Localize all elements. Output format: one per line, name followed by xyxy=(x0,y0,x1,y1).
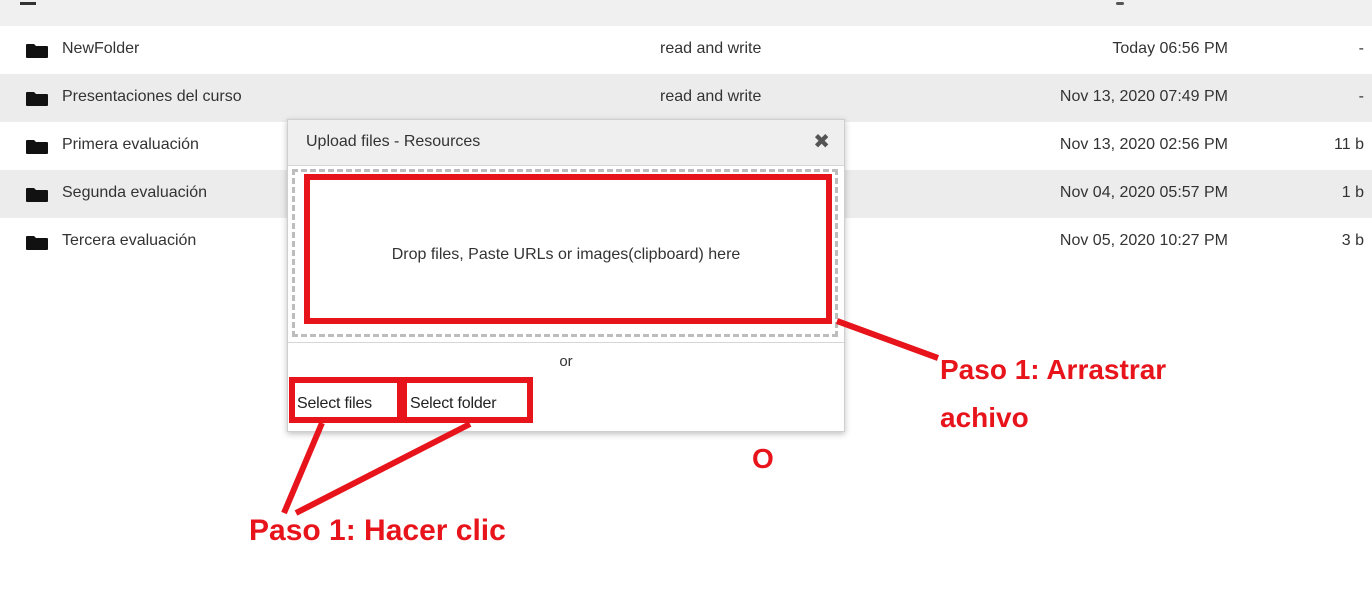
drag-annotation-line-1: Paso 1: Arrastrar xyxy=(940,354,1167,385)
file-name[interactable]: Segunda evaluación xyxy=(62,184,207,202)
file-size: 1 b xyxy=(1341,184,1364,201)
click-annotation-label: Paso 1: Hacer clic xyxy=(249,514,506,547)
folder-icon xyxy=(26,140,48,154)
drop-zone-text: Drop files, Paste URLs or images(clipboa… xyxy=(391,246,741,263)
upload-dialog: Upload files - Resources ✖ Drop files, P… xyxy=(287,119,845,432)
file-date: Nov 05, 2020 10:27 PM xyxy=(1059,232,1228,249)
folder-icon xyxy=(26,188,48,202)
close-icon[interactable]: ✖ xyxy=(813,132,830,152)
select-files-button[interactable]: Select files xyxy=(297,395,372,413)
file-permission: read and write xyxy=(660,40,762,57)
file-size: - xyxy=(1358,88,1364,105)
date-text-partial xyxy=(1116,2,1124,5)
folder-icon xyxy=(26,44,48,58)
file-size: 3 b xyxy=(1341,232,1364,249)
file-list-partial-row xyxy=(0,0,1372,26)
drag-annotation-line-2: achivo xyxy=(940,402,1029,433)
file-name[interactable]: Presentaciones del curso xyxy=(62,88,242,106)
file-date: Nov 13, 2020 02:56 PM xyxy=(1059,136,1228,153)
folder-icon xyxy=(26,92,48,106)
file-date: Today 06:56 PM xyxy=(1112,40,1228,57)
file-date: Nov 13, 2020 07:49 PM xyxy=(1059,88,1228,105)
dialog-title: Upload files - Resources xyxy=(306,133,481,150)
drag-annotation-label: Paso 1: Arrastrar achivo xyxy=(940,346,1166,442)
folder-arrow-line xyxy=(294,421,472,516)
dialog-header[interactable]: Upload files - Resources ✖ xyxy=(288,120,844,166)
files-arrow-line xyxy=(281,421,325,515)
table-row[interactable]: Presentaciones del curso read and write … xyxy=(0,74,1372,122)
or-annotation-label: O xyxy=(752,443,774,474)
file-name[interactable]: Primera evaluación xyxy=(62,136,199,154)
file-size: - xyxy=(1358,40,1364,57)
or-text: or xyxy=(559,353,573,370)
drag-arrow-line xyxy=(835,318,940,361)
folder-icon xyxy=(26,236,48,250)
file-date: Nov 04, 2020 05:57 PM xyxy=(1059,184,1228,201)
select-folder-button[interactable]: Select folder xyxy=(410,395,497,413)
file-permission: read and write xyxy=(660,88,762,105)
table-row[interactable]: NewFolder read and write Today 06:56 PM … xyxy=(0,26,1372,74)
folder-icon-partial xyxy=(20,2,36,5)
file-size: 11 b xyxy=(1334,136,1364,153)
file-name[interactable]: Tercera evaluación xyxy=(62,232,196,250)
dialog-divider xyxy=(288,342,844,343)
file-name[interactable]: NewFolder xyxy=(62,40,139,58)
